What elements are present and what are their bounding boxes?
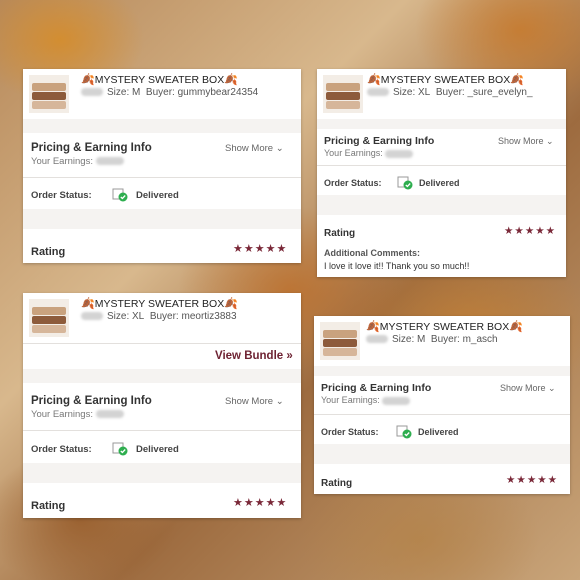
show-more-button[interactable]: Show More ⌄ xyxy=(498,136,554,147)
redacted-price xyxy=(366,335,388,344)
order-header[interactable]: 🍂MYSTERY SWEATER BOX🍂 Size: M Buyer: gum… xyxy=(23,69,301,119)
leaf-icon: 🍂 xyxy=(224,298,238,310)
chevron-down-icon: ⌄ xyxy=(548,383,556,393)
rating-label: Rating xyxy=(324,228,356,239)
delivered-text: Delivered xyxy=(136,444,179,455)
delivered-text: Delivered xyxy=(419,178,460,188)
order-card-1: 🍂MYSTERY SWEATER BOX🍂 Size: M Buyer: gum… xyxy=(23,69,301,263)
product-title: 🍂MYSTERY SWEATER BOX🍂 xyxy=(366,321,523,333)
show-more-button[interactable]: Show More ⌄ xyxy=(500,383,556,394)
order-meta: Size: XL Buyer: meortiz3883 xyxy=(81,311,237,322)
order-meta: Size: M Buyer: gummybear24354 xyxy=(81,87,258,98)
star-rating: ★★★★★ xyxy=(233,497,288,509)
order-meta: Size: M Buyer: m_asch xyxy=(366,334,498,345)
leaf-icon: 🍂 xyxy=(510,74,524,86)
buyer-text: Buyer: _sure_evelyn_ xyxy=(435,87,533,98)
additional-comments-label: Additional Comments: xyxy=(324,248,420,258)
order-header[interactable]: 🍂MYSTERY SWEATER BOX🍂 Size: XL Buyer: _s… xyxy=(317,69,566,119)
leaf-icon: 🍂 xyxy=(366,321,380,333)
order-card-2: 🍂MYSTERY SWEATER BOX🍂 Size: XL Buyer: _s… xyxy=(317,69,566,277)
order-card-3: 🍂MYSTERY SWEATER BOX🍂 Size: XL Buyer: me… xyxy=(23,293,301,518)
show-more-button[interactable]: Show More ⌄ xyxy=(225,396,284,407)
pricing-heading: Pricing & Earning Info xyxy=(321,382,432,394)
delivered-text: Delivered xyxy=(418,427,459,437)
chevron-down-icon: ⌄ xyxy=(546,136,554,146)
star-rating: ★★★★★ xyxy=(504,225,557,237)
view-bundle-link[interactable]: View Bundle » xyxy=(215,350,293,362)
delivered-box-icon xyxy=(112,188,128,202)
leaf-icon: 🍂 xyxy=(367,74,381,86)
order-status-label: Order Status: xyxy=(31,444,92,455)
pricing-heading: Pricing & Earning Info xyxy=(324,135,435,147)
product-thumbnail[interactable] xyxy=(323,75,363,113)
delivered-box-icon xyxy=(396,425,412,439)
delivered-box-icon xyxy=(112,442,128,456)
show-more-button[interactable]: Show More ⌄ xyxy=(225,143,284,154)
product-thumbnail[interactable] xyxy=(29,75,69,113)
star-rating: ★★★★★ xyxy=(506,474,559,486)
earnings-label: Your Earnings: xyxy=(324,148,417,158)
leaf-icon: 🍂 xyxy=(224,74,238,86)
pricing-heading: Pricing & Earning Info xyxy=(31,142,152,154)
redacted-price xyxy=(81,88,103,97)
leaf-icon: 🍂 xyxy=(509,321,523,333)
redacted-earnings xyxy=(382,396,411,405)
size-text: Size: M xyxy=(107,87,141,98)
redacted-earnings xyxy=(95,157,124,166)
order-status-label: Order Status: xyxy=(321,427,379,437)
earnings-label: Your Earnings: xyxy=(31,409,128,420)
redacted-earnings xyxy=(385,149,414,158)
delivered-box-icon xyxy=(397,176,413,190)
earnings-label: Your Earnings: xyxy=(321,395,414,405)
delivered-text: Delivered xyxy=(136,190,179,201)
rating-label: Rating xyxy=(321,478,353,489)
chevron-down-icon: ⌄ xyxy=(275,143,284,154)
size-text: Size: M xyxy=(392,334,426,345)
product-title: 🍂MYSTERY SWEATER BOX🍂 xyxy=(81,74,238,86)
buyer-text: Buyer: meortiz3883 xyxy=(149,311,237,322)
leaf-icon: 🍂 xyxy=(81,74,95,86)
product-thumbnail[interactable] xyxy=(29,299,69,337)
pricing-heading: Pricing & Earning Info xyxy=(31,395,152,407)
order-card-4: 🍂MYSTERY SWEATER BOX🍂 Size: M Buyer: m_a… xyxy=(314,316,570,494)
chevron-down-icon: ⌄ xyxy=(275,396,284,407)
rating-label: Rating xyxy=(31,246,66,258)
order-status-label: Order Status: xyxy=(324,178,382,188)
buyer-text: Buyer: m_asch xyxy=(430,334,498,345)
order-header[interactable]: 🍂MYSTERY SWEATER BOX🍂 Size: M Buyer: m_a… xyxy=(314,316,570,366)
product-title: 🍂MYSTERY SWEATER BOX🍂 xyxy=(81,298,238,310)
redacted-earnings xyxy=(95,410,124,419)
redacted-price xyxy=(367,88,389,97)
size-text: Size: XL xyxy=(107,311,145,322)
earnings-label: Your Earnings: xyxy=(31,156,128,167)
redacted-price xyxy=(81,312,103,321)
order-meta: Size: XL Buyer: _sure_evelyn_ xyxy=(367,87,533,98)
order-header[interactable]: 🍂MYSTERY SWEATER BOX🍂 Size: XL Buyer: me… xyxy=(23,293,301,343)
product-title: 🍂MYSTERY SWEATER BOX🍂 xyxy=(367,74,524,86)
size-text: Size: XL xyxy=(393,87,431,98)
buyer-text: Buyer: gummybear24354 xyxy=(145,87,259,98)
order-status-label: Order Status: xyxy=(31,190,92,201)
additional-comments-text: I love it love it!! Thank you so much!! xyxy=(324,261,470,271)
product-thumbnail[interactable] xyxy=(320,322,360,360)
star-rating: ★★★★★ xyxy=(233,243,288,255)
rating-label: Rating xyxy=(31,500,66,512)
leaf-icon: 🍂 xyxy=(81,298,95,310)
